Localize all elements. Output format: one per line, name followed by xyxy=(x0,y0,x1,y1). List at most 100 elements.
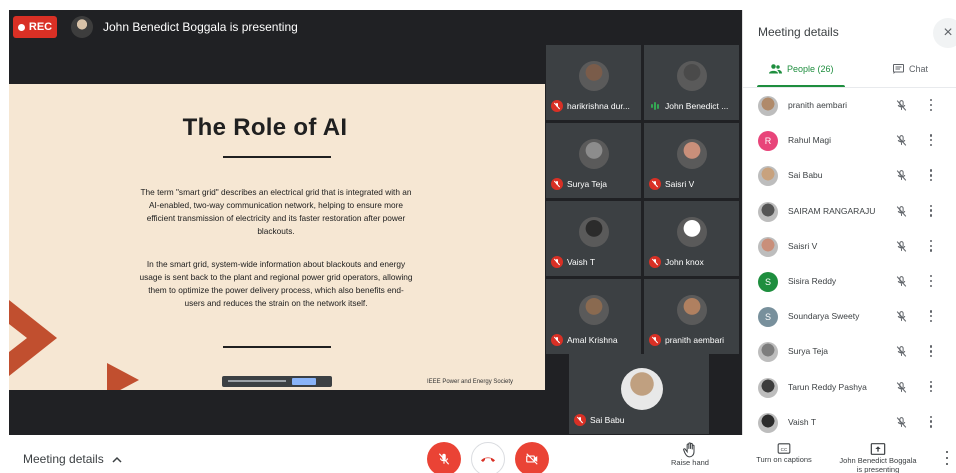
slide-footer: IEEE Power and Energy Society xyxy=(427,379,514,385)
more-vert-icon[interactable] xyxy=(925,204,937,218)
participant-tile-name: John knox xyxy=(665,257,704,267)
close-icon[interactable]: × xyxy=(933,18,956,48)
participant-avatar xyxy=(579,61,609,91)
person-name: Rahul Magi xyxy=(788,135,831,146)
person-avatar: R xyxy=(758,131,778,152)
participant-avatar xyxy=(621,368,663,410)
more-vert-icon[interactable] xyxy=(925,98,937,112)
leave-call-button[interactable] xyxy=(471,442,505,473)
panel-title: Meeting details xyxy=(758,25,839,39)
presenting-text: John Benedict Boggala is presenting xyxy=(103,20,298,34)
participant-tile[interactable]: Saisri V xyxy=(644,123,739,198)
mic-off-icon[interactable] xyxy=(895,134,908,147)
person-avatar xyxy=(758,201,778,222)
person-name: Vaish T xyxy=(788,416,817,427)
people-list-item[interactable]: SAIRAM RANGARAJU xyxy=(743,194,956,229)
participant-avatar xyxy=(677,139,707,169)
more-vert-icon[interactable] xyxy=(925,344,937,358)
participant-tile[interactable]: pranith aembari xyxy=(644,279,739,354)
presentation-status-button[interactable]: John Benedict Boggala is presenting xyxy=(836,442,920,473)
share-banner-text xyxy=(228,380,286,382)
mic-muted-icon xyxy=(551,178,563,190)
slide-paragraph-2: In the smart grid, system-wide informati… xyxy=(139,259,413,308)
participant-tile[interactable]: John knox xyxy=(644,201,739,276)
mic-off-icon[interactable] xyxy=(895,240,908,253)
mic-off-icon[interactable] xyxy=(895,381,908,394)
captions-icon: CC xyxy=(777,443,791,454)
mic-muted-icon xyxy=(551,100,563,112)
meeting-details-panel: Meeting details × People (26) Chat prani… xyxy=(742,10,956,435)
chat-icon xyxy=(893,64,904,74)
participant-tile[interactable]: John Benedict ... xyxy=(644,45,739,120)
recording-label: REC xyxy=(28,21,53,33)
people-list-item[interactable]: R Rahul Magi xyxy=(743,123,956,158)
person-name: Soundarya Sweety xyxy=(788,311,860,322)
participant-tile-name: Amal Krishna xyxy=(567,335,618,345)
more-vert-icon[interactable] xyxy=(925,415,937,429)
mic-off-icon[interactable] xyxy=(895,169,908,182)
participant-tile[interactable]: Surya Teja xyxy=(546,123,641,198)
mic-off-icon[interactable] xyxy=(895,416,908,429)
participant-tile-name: Sai Babu xyxy=(590,415,625,425)
presenting-line-2: is presenting xyxy=(856,465,900,473)
people-list-item[interactable]: Saisri V xyxy=(743,229,956,264)
participant-tile[interactable]: harikrishna dur... xyxy=(546,45,641,120)
participant-tile[interactable]: Vaish T xyxy=(546,201,641,276)
meeting-details-label: Meeting details xyxy=(23,452,104,466)
captions-button[interactable]: CC Turn on captions xyxy=(748,442,820,464)
more-options-icon[interactable] xyxy=(944,451,950,465)
more-vert-icon[interactable] xyxy=(925,133,937,147)
person-avatar: S xyxy=(758,307,778,328)
raise-hand-icon xyxy=(683,442,695,458)
mic-muted-icon xyxy=(551,334,563,346)
captions-label: Turn on captions xyxy=(756,455,812,464)
mic-muted-icon xyxy=(574,414,586,426)
tab-people[interactable]: People (26) xyxy=(769,60,834,78)
person-name: SAIRAM RANGARAJU xyxy=(788,205,876,216)
camera-toggle-button[interactable] xyxy=(515,442,549,473)
mic-off-icon[interactable] xyxy=(895,275,908,288)
person-avatar xyxy=(758,412,778,433)
participant-avatar xyxy=(579,139,609,169)
participant-tile[interactable]: Amal Krishna xyxy=(546,279,641,354)
meeting-details-button[interactable]: Meeting details xyxy=(23,452,122,466)
screen-share-banner[interactable] xyxy=(222,376,332,387)
tab-chat[interactable]: Chat xyxy=(893,60,928,78)
more-vert-icon[interactable] xyxy=(925,168,937,182)
featured-participant-tile[interactable]: Sai Babu xyxy=(569,354,709,434)
people-list-item[interactable]: Sai Babu xyxy=(743,158,956,193)
more-vert-icon[interactable] xyxy=(925,239,937,253)
more-vert-icon[interactable] xyxy=(925,309,937,323)
svg-text:CC: CC xyxy=(781,447,788,452)
participant-avatar xyxy=(579,217,609,247)
person-name: Surya Teja xyxy=(788,346,829,357)
people-list-item[interactable]: pranith aembari xyxy=(743,88,956,123)
mic-off-icon[interactable] xyxy=(895,205,908,218)
raise-hand-button[interactable]: Raise hand xyxy=(666,442,714,467)
people-list-item[interactable]: S Soundarya Sweety xyxy=(743,299,956,334)
slide-decor-triangle-small xyxy=(107,363,139,390)
raise-hand-label: Raise hand xyxy=(671,458,709,467)
people-list-item[interactable]: S Sisira Reddy xyxy=(743,264,956,299)
mic-off-icon[interactable] xyxy=(895,345,908,358)
people-icon xyxy=(769,64,782,74)
mic-off-icon xyxy=(438,453,450,465)
mic-muted-icon xyxy=(649,334,661,346)
person-name: Tarun Reddy Pashya xyxy=(788,381,867,392)
presenting-line-1: John Benedict Boggala xyxy=(839,456,917,465)
more-vert-icon[interactable] xyxy=(925,380,937,394)
slide-paragraph-1: The term "smart grid" describes an elect… xyxy=(140,187,412,236)
participant-avatar xyxy=(579,295,609,325)
people-list-item[interactable]: Surya Teja xyxy=(743,334,956,369)
people-list-item[interactable]: Tarun Reddy Pashya xyxy=(743,370,956,405)
participant-avatar xyxy=(677,295,707,325)
mic-off-icon[interactable] xyxy=(895,99,908,112)
record-dot-icon xyxy=(17,23,25,31)
mic-off-icon[interactable] xyxy=(895,310,908,323)
stop-sharing-button[interactable] xyxy=(292,378,316,385)
person-avatar xyxy=(758,342,778,363)
more-vert-icon[interactable] xyxy=(925,274,937,288)
participant-tile-name: Surya Teja xyxy=(567,179,608,189)
bottom-toolbar: Meeting details Raise hand CC Turn on ca… xyxy=(0,435,956,473)
microphone-toggle-button[interactable] xyxy=(427,442,461,473)
